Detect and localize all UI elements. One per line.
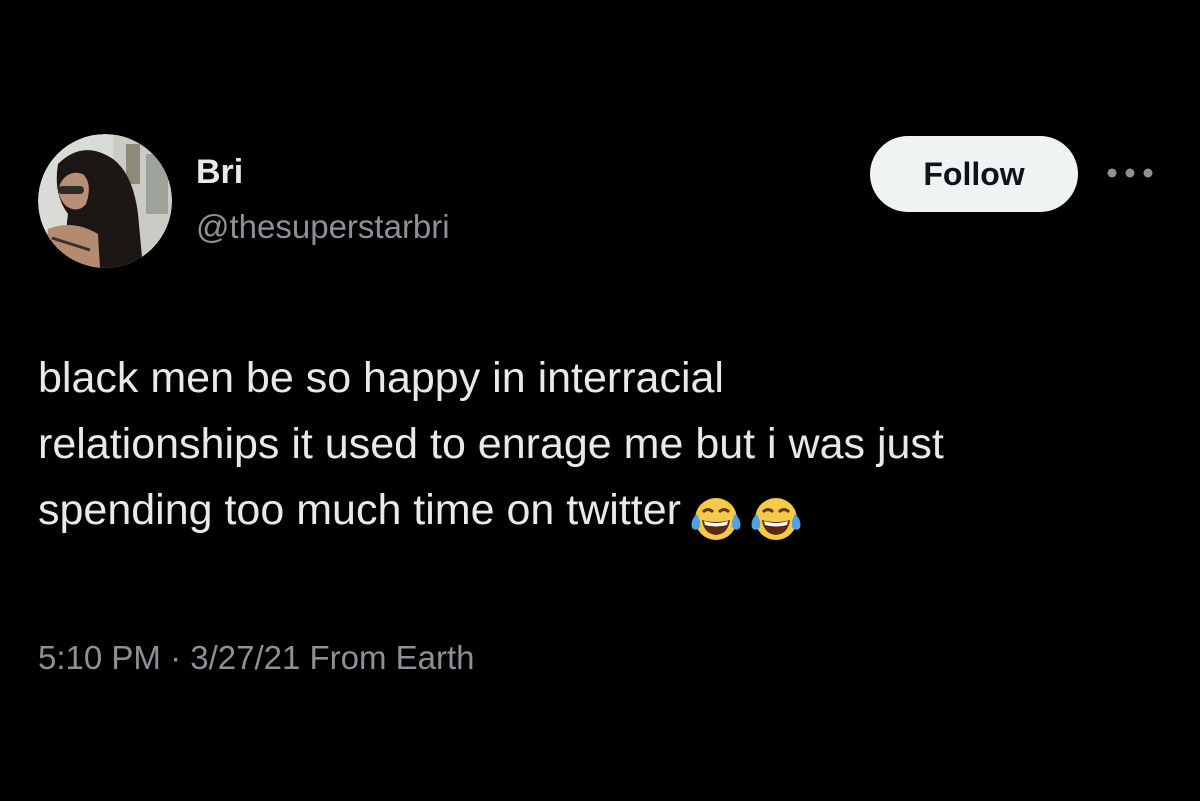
more-options-icon[interactable]: [1103, 160, 1157, 186]
author-handle[interactable]: @thesuperstarbri: [196, 207, 450, 247]
tweet-card: Bri @thesuperstarbri Follow black men be…: [0, 0, 1200, 801]
avatar[interactable]: [38, 134, 172, 268]
profile-photo-icon: [38, 134, 172, 268]
face-with-tears-of-joy-icon: [691, 497, 741, 540]
author-display-name[interactable]: Bri: [196, 152, 243, 192]
emoji-group: [689, 483, 809, 549]
tweet-body: black men be so happy in interracial rel…: [38, 345, 1158, 549]
face-with-tears-of-joy-icon: [751, 497, 801, 540]
follow-button[interactable]: Follow: [870, 136, 1078, 212]
tweet-timestamp[interactable]: 5:10 PM · 3/27/21 From Earth: [38, 636, 475, 680]
